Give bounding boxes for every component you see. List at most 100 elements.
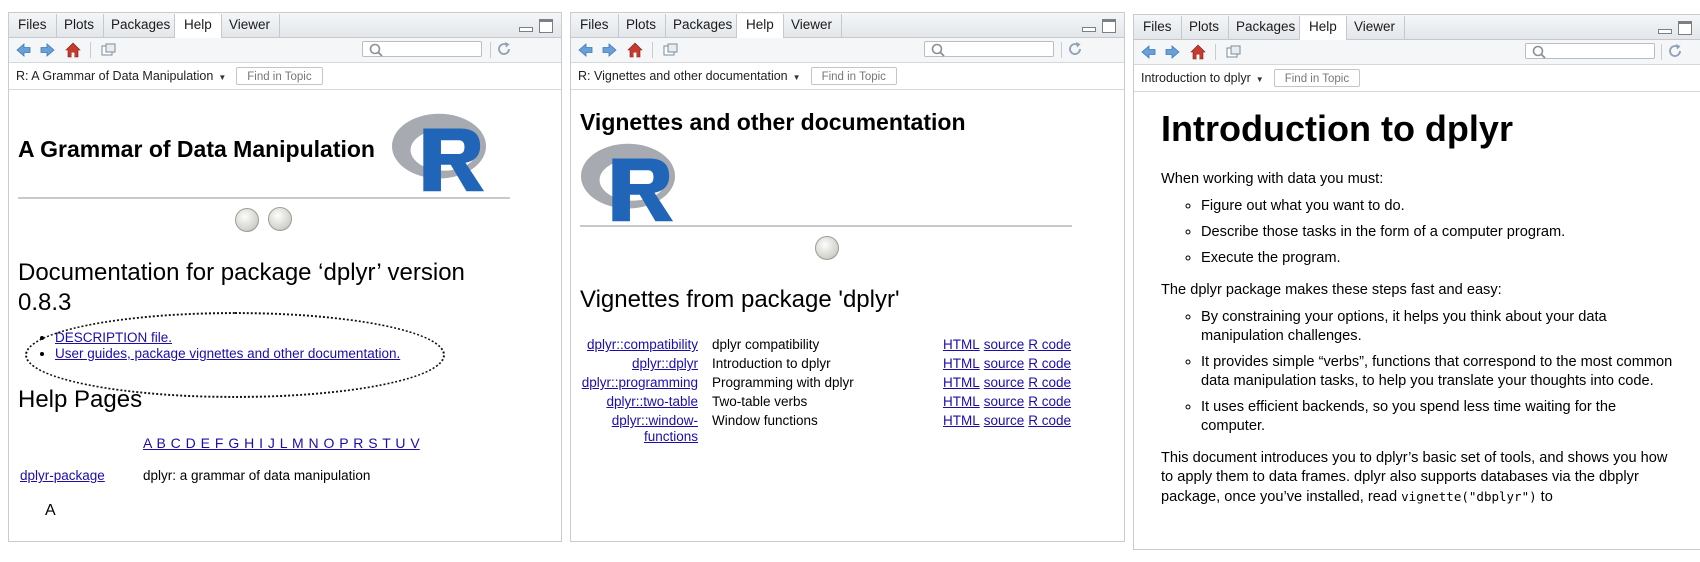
source-link[interactable]: source [984, 356, 1025, 371]
nav-up-icon[interactable] [815, 236, 839, 260]
tab-packages[interactable]: Packages [102, 14, 181, 37]
refresh-icon[interactable] [1667, 43, 1683, 59]
back-arrow-icon[interactable] [15, 42, 31, 58]
tab-viewer[interactable]: Viewer [1345, 16, 1406, 39]
help-content: Vignettes and other documentation Vignet… [571, 90, 1124, 530]
source-link[interactable]: source [984, 394, 1025, 409]
tab-viewer[interactable]: Viewer [782, 14, 843, 37]
help-pane-1: Files Plots Packages Help Viewer R: A Gr… [8, 12, 562, 542]
html-link[interactable]: HTML [943, 375, 980, 390]
topic-bar: R: Vignettes and other documentation ▼ Fi… [571, 63, 1124, 90]
cut-off-text: A [45, 502, 56, 519]
search-icon [369, 43, 383, 57]
intro-text: When working with data you must: [1161, 171, 1384, 187]
vignette-description: Two-table verbs [712, 394, 808, 409]
topic-dropdown[interactable]: R: A Grammar of Data Manipulation ▼ [16, 69, 226, 83]
tab-plots[interactable]: Plots [55, 14, 105, 37]
popout-window-icon[interactable] [1225, 44, 1241, 60]
list-item: By constraining your options, it helps y… [1201, 308, 1681, 346]
tab-help[interactable]: Help [1299, 16, 1347, 40]
popout-window-icon[interactable] [662, 42, 678, 58]
find-in-topic-input[interactable]: Find in Topic [810, 67, 897, 85]
r-logo [580, 143, 676, 222]
forward-arrow-icon[interactable] [602, 42, 618, 58]
help-toolbar [1134, 40, 1700, 65]
help-search-input[interactable] [924, 41, 1054, 57]
back-arrow-icon[interactable] [1140, 44, 1156, 60]
list-item: Describe those tasks in the form of a co… [1201, 223, 1681, 242]
vignette-link[interactable]: dplyr::window-functions [571, 413, 698, 445]
dropdown-caret-icon: ▼ [792, 73, 801, 82]
table-row: dplyr::two-table Two-table verbs HTML sou… [571, 394, 1124, 412]
source-link[interactable]: source [984, 375, 1025, 390]
tab-viewer[interactable]: Viewer [220, 14, 281, 37]
dropdown-caret-icon: ▼ [1255, 75, 1264, 84]
nav-up-icon[interactable] [268, 207, 292, 231]
find-in-topic-input[interactable]: Find in Topic [236, 67, 323, 85]
must-list: Figure out what you want to do. Describe… [1161, 197, 1681, 268]
home-icon[interactable] [65, 42, 81, 58]
easy-list: By constraining your options, it helps y… [1161, 308, 1681, 436]
table-row: dplyr::compatibility dplyr compatibility… [571, 337, 1124, 355]
source-link[interactable]: source [984, 413, 1025, 428]
forward-arrow-icon[interactable] [1165, 44, 1181, 60]
maximize-button[interactable] [1102, 19, 1116, 33]
list-item: It provides simple “verbs”, functions th… [1201, 353, 1681, 391]
source-link[interactable]: source [984, 337, 1025, 352]
r-code-link[interactable]: R code [1028, 337, 1071, 352]
refresh-icon[interactable] [1067, 41, 1083, 57]
minimize-button[interactable] [1082, 27, 1096, 32]
doc-heading: Documentation for package ‘dplyr’ versio… [18, 259, 465, 316]
r-code-link[interactable]: R code [1028, 356, 1071, 371]
tab-plots[interactable]: Plots [617, 14, 667, 37]
html-link[interactable]: HTML [943, 337, 980, 352]
vignette-link[interactable]: dplyr::compatibility [571, 337, 698, 353]
tab-files[interactable]: Files [1134, 16, 1182, 39]
package-description: dplyr: a grammar of data manipulation [143, 468, 371, 483]
nav-back-icon[interactable] [235, 208, 259, 232]
tab-files[interactable]: Files [9, 14, 57, 37]
tab-help[interactable]: Help [736, 14, 784, 38]
closing-paragraph: This document introduces you to dplyr’s … [1161, 450, 1668, 505]
table-row: dplyr::programming Programming with dply… [571, 375, 1124, 393]
forward-arrow-icon[interactable] [40, 42, 56, 58]
maximize-button[interactable] [539, 19, 553, 33]
tab-packages[interactable]: Packages [1227, 16, 1306, 39]
html-link[interactable]: HTML [943, 413, 980, 428]
help-search-input[interactable] [1525, 43, 1655, 59]
vignettes-heading: Vignettes from package 'dplyr' [580, 286, 900, 313]
vignette-link[interactable]: dplyr::two-table [571, 394, 698, 410]
vignette-link[interactable]: dplyr::dplyr [571, 356, 698, 372]
back-arrow-icon[interactable] [577, 42, 593, 58]
topic-dropdown[interactable]: Introduction to dplyr ▼ [1141, 71, 1264, 85]
tab-files[interactable]: Files [571, 14, 619, 37]
html-link[interactable]: HTML [943, 356, 980, 371]
minimize-button[interactable] [519, 27, 533, 32]
dplyr-package-link[interactable]: dplyr-package [20, 468, 105, 483]
help-pane-3: Files Plots Packages Help Viewer Introdu… [1133, 14, 1700, 550]
maximize-button[interactable] [1678, 21, 1692, 35]
alphabet-index[interactable]: A B C D E F G H I J L M N O P R S T U V [143, 435, 420, 451]
tab-help[interactable]: Help [174, 14, 222, 38]
tab-packages[interactable]: Packages [664, 14, 743, 37]
minimize-button[interactable] [1658, 29, 1672, 34]
vignette-link[interactable]: dplyr::programming [571, 375, 698, 391]
help-toolbar [571, 38, 1124, 63]
page-title: Vignettes and other documentation [580, 109, 966, 135]
find-in-topic-input[interactable]: Find in Topic [1273, 69, 1361, 87]
table-row: dplyr::dplyr Introduction to dplyr HTML s… [571, 356, 1124, 374]
refresh-icon[interactable] [496, 41, 512, 57]
tab-plots[interactable]: Plots [1180, 16, 1230, 39]
help-pane-2: Files Plots Packages Help Viewer R: Vign… [570, 12, 1125, 542]
home-icon[interactable] [627, 42, 643, 58]
r-code-link[interactable]: R code [1028, 375, 1071, 390]
help-content: Introduction to dplyr When working with … [1134, 92, 1700, 532]
help-search-input[interactable] [362, 41, 482, 57]
r-code-link[interactable]: R code [1028, 413, 1071, 428]
popout-window-icon[interactable] [100, 42, 116, 58]
topic-dropdown[interactable]: R: Vignettes and other documentation ▼ [578, 69, 801, 83]
list-item: Figure out what you want to do. [1201, 197, 1681, 216]
r-code-link[interactable]: R code [1028, 394, 1071, 409]
html-link[interactable]: HTML [943, 394, 980, 409]
home-icon[interactable] [1190, 44, 1206, 60]
